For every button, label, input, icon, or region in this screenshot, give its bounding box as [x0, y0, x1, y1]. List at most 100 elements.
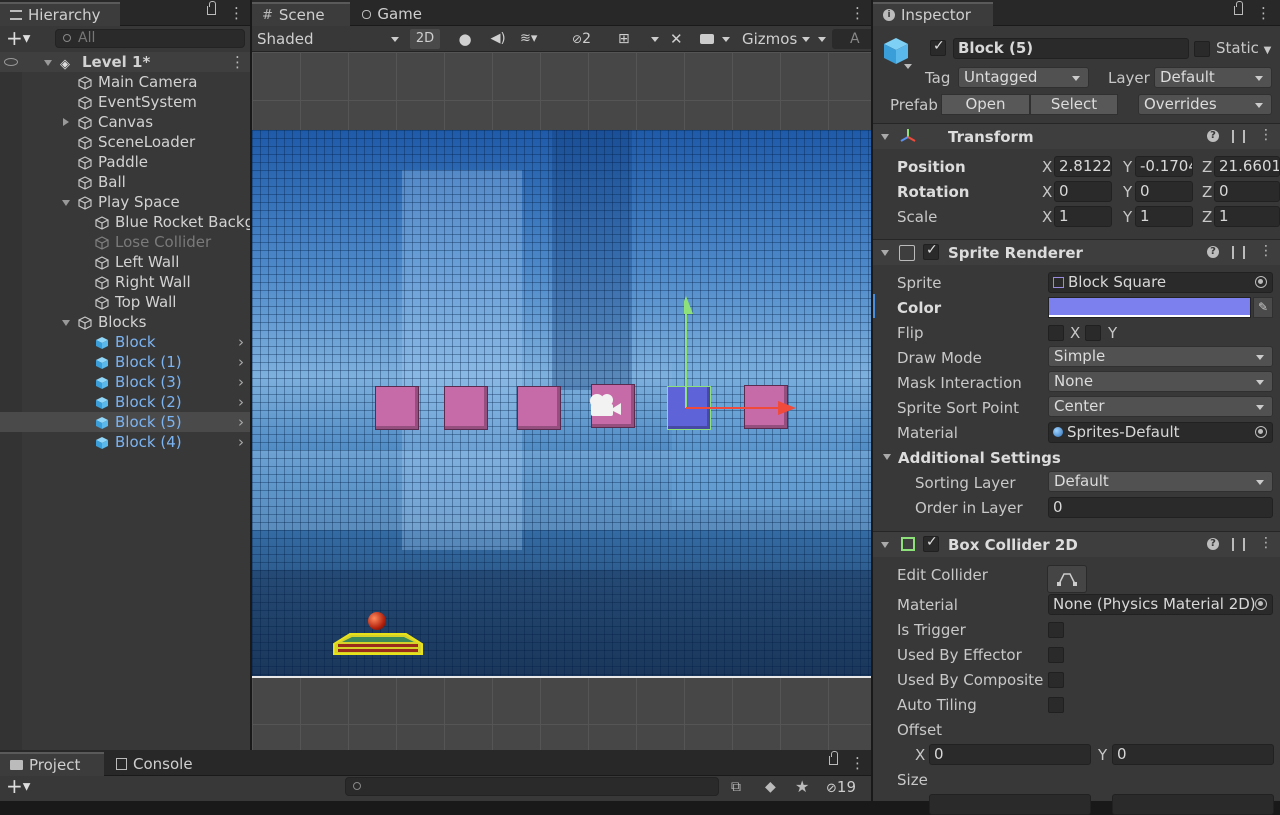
presets-icon[interactable] — [1232, 538, 1245, 551]
block-sprite[interactable] — [444, 386, 488, 430]
component-menu-icon[interactable]: ⋮ — [1259, 127, 1273, 143]
prefab-overrides-dropdown[interactable]: Overrides — [1138, 94, 1272, 115]
sprite-renderer-enabled-checkbox[interactable] — [923, 242, 939, 260]
used-by-effector-checkbox[interactable] — [1048, 647, 1064, 663]
mask-interaction-dropdown[interactable]: None — [1048, 371, 1273, 392]
used-by-composite-checkbox[interactable] — [1048, 672, 1064, 688]
object-picker-icon[interactable] — [1255, 598, 1267, 610]
hierarchy-item[interactable]: Block (2) › — [0, 392, 250, 412]
rotation-z-field[interactable]: 0 — [1214, 181, 1280, 202]
audio-speaker-icon[interactable]: ◀) — [490, 29, 506, 49]
kebab-menu-icon[interactable]: ⋮ — [229, 4, 244, 22]
hierarchy-item[interactable]: Main Camera — [0, 72, 250, 92]
flip-x-checkbox[interactable] — [1048, 325, 1064, 341]
fold-arrow-icon[interactable] — [44, 60, 52, 66]
component-menu-icon[interactable]: ⋮ — [1259, 243, 1273, 259]
layer-dropdown[interactable]: Default — [1154, 67, 1272, 88]
hierarchy-item[interactable]: Block (1) › — [0, 352, 250, 372]
inspector-lock-icon[interactable] — [1234, 1, 1243, 15]
help-icon[interactable]: ? — [1207, 538, 1219, 550]
chevron-right-icon[interactable]: › — [238, 432, 244, 452]
draw-mode-dropdown[interactable]: Simple — [1048, 346, 1273, 367]
box-collider-enabled-checkbox[interactable] — [923, 534, 939, 552]
active-checkbox[interactable] — [930, 38, 946, 56]
scene-menu-icon[interactable]: ⋮ — [230, 52, 245, 72]
physics-material-field[interactable]: None (Physics Material 2D) — [1048, 594, 1273, 615]
offset-x-field[interactable]: 0 — [929, 744, 1091, 765]
chevron-right-icon[interactable]: › — [238, 332, 244, 352]
hierarchy-item[interactable]: Top Wall — [0, 292, 250, 312]
ball-sprite[interactable] — [368, 612, 392, 632]
lighting-bulb-icon[interactable]: ● — [457, 29, 473, 49]
hierarchy-item[interactable]: SceneLoader — [0, 132, 250, 152]
auto-tiling-checkbox[interactable] — [1048, 697, 1064, 713]
fold-arrow-icon[interactable] — [63, 118, 69, 126]
hierarchy-item[interactable]: Paddle — [0, 152, 250, 172]
material-object-field[interactable]: Sprites-Default — [1048, 422, 1273, 443]
object-picker-icon[interactable] — [1255, 426, 1267, 438]
effects-layers-icon[interactable]: ≋▾ — [520, 29, 548, 49]
search-by-type-icon[interactable]: ⧉ — [731, 779, 741, 795]
scale-x-field[interactable]: 1 — [1054, 206, 1112, 227]
scene-viewport[interactable] — [252, 52, 871, 750]
shading-dropdown[interactable]: Shaded — [257, 29, 399, 49]
fold-arrow-icon[interactable] — [881, 134, 889, 140]
favorites-star-icon[interactable]: ★ — [795, 777, 809, 796]
fold-arrow-icon[interactable] — [881, 542, 889, 548]
prefab-select-button[interactable]: Select — [1030, 94, 1118, 115]
scene-kebab-icon[interactable]: ⋮ — [850, 4, 865, 22]
help-icon[interactable]: ? — [1207, 130, 1219, 142]
paddle-sprite[interactable] — [332, 632, 424, 656]
scale-y-field[interactable]: 1 — [1135, 206, 1193, 227]
box-collider-header[interactable]: Box Collider 2D ? ⋮ — [873, 531, 1280, 557]
sprite-renderer-header[interactable]: Sprite Renderer ? ⋮ — [873, 239, 1280, 265]
size-x-field[interactable] — [929, 794, 1091, 815]
sorting-layer-dropdown[interactable]: Default — [1048, 471, 1273, 492]
eyedropper-icon[interactable]: ✎ — [1253, 297, 1273, 318]
scale-z-field[interactable]: 1 — [1214, 206, 1280, 227]
icon-dropdown-arrow[interactable] — [904, 64, 912, 69]
hidden-packages-toggle[interactable]: ⊘19 — [826, 778, 856, 796]
rotation-y-field[interactable]: 0 — [1135, 181, 1193, 202]
chevron-right-icon[interactable]: › — [238, 412, 244, 432]
gizmos-dropdown[interactable]: Gizmos — [742, 29, 810, 49]
additional-settings-foldout[interactable]: Additional Settings — [898, 449, 1061, 467]
camera-dropdown[interactable] — [700, 29, 730, 49]
rotation-x-field[interactable]: 0 — [1054, 181, 1112, 202]
hierarchy-item[interactable]: Block (4) › — [0, 432, 250, 452]
prefab-open-button[interactable]: Open — [941, 94, 1030, 115]
fold-arrow-icon[interactable] — [883, 454, 891, 460]
hierarchy-item[interactable]: Block (5) › — [0, 412, 250, 432]
order-in-layer-field[interactable]: 0 — [1048, 497, 1273, 518]
hierarchy-item[interactable]: Lose Collider — [0, 232, 250, 252]
object-name-field[interactable]: Block (5) — [953, 38, 1189, 59]
tab-hierarchy[interactable]: Hierarchy — [0, 2, 120, 26]
hierarchy-item[interactable]: Blue Rocket Backg — [0, 212, 250, 232]
project-kebab-icon[interactable]: ⋮ — [850, 754, 865, 772]
hierarchy-item[interactable]: Right Wall — [0, 272, 250, 292]
component-menu-icon[interactable]: ⋮ — [1259, 535, 1273, 551]
hierarchy-item[interactable]: Block (3) › — [0, 372, 250, 392]
chevron-right-icon[interactable]: › — [238, 372, 244, 392]
toggle-2d-button[interactable]: 2D — [410, 29, 440, 49]
presets-icon[interactable] — [1232, 130, 1245, 143]
project-lock-icon[interactable] — [829, 751, 838, 765]
eye-icon[interactable] — [4, 58, 18, 66]
edit-collider-button[interactable] — [1047, 565, 1087, 593]
hierarchy-item[interactable]: Ball — [0, 172, 250, 192]
static-checkbox[interactable] — [1194, 41, 1210, 57]
hierarchy-item[interactable]: Canvas — [0, 112, 250, 132]
hierarchy-item[interactable]: Left Wall — [0, 252, 250, 272]
search-by-label-icon[interactable]: ◆ — [765, 779, 776, 795]
create-button[interactable]: +▼ — [6, 28, 42, 49]
position-y-field[interactable]: -0.1704 — [1135, 156, 1193, 177]
tab-scene[interactable]: # Scene — [252, 2, 350, 26]
tab-game[interactable]: Game — [352, 2, 432, 26]
size-y-field[interactable] — [1112, 794, 1274, 815]
flip-y-checkbox[interactable] — [1085, 325, 1101, 341]
hierarchy-search-input[interactable]: All — [55, 29, 245, 48]
color-swatch[interactable] — [1048, 297, 1251, 318]
gizmos-options-dropdown[interactable] — [812, 29, 826, 49]
hierarchy-item[interactable]: Blocks — [0, 312, 250, 332]
tab-project[interactable]: Project — [0, 752, 104, 776]
